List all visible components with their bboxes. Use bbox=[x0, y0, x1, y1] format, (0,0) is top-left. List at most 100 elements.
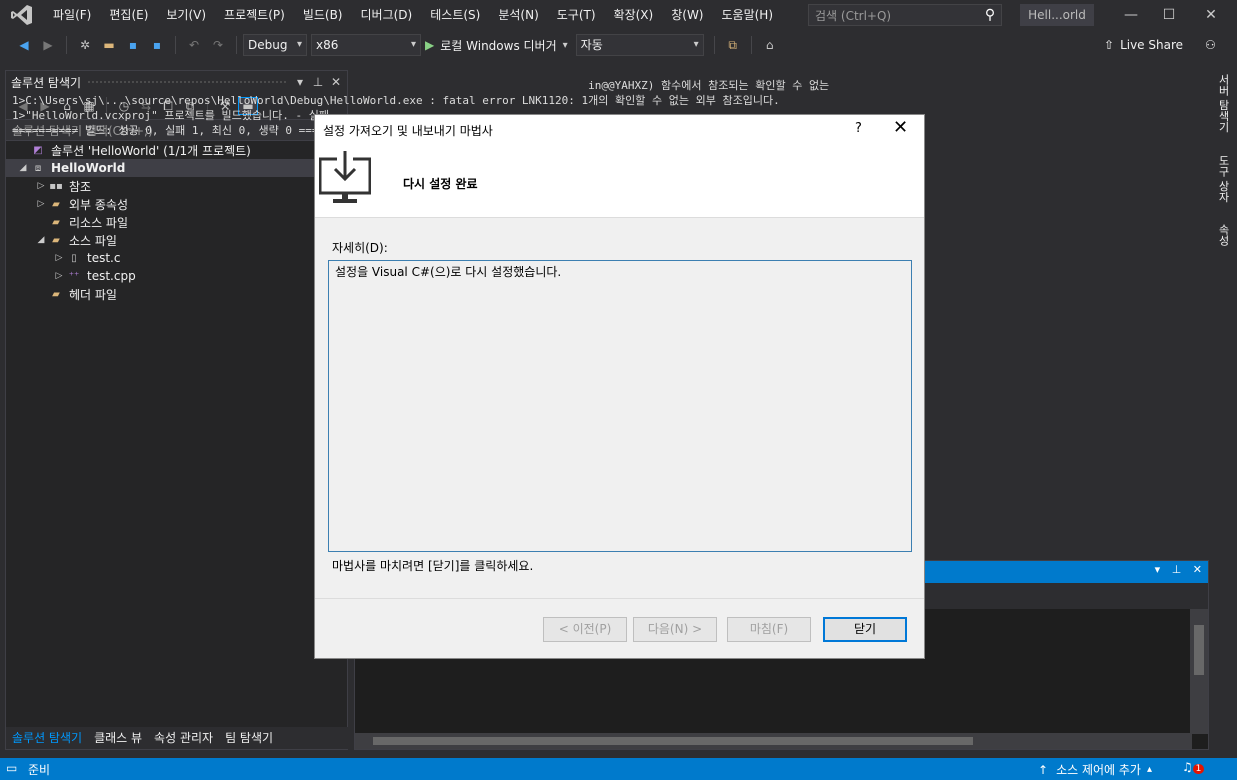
expand-arrow-icon[interactable]: ▷ bbox=[34, 181, 48, 191]
tree-item[interactable]: ▰ 헤더 파일 bbox=[6, 285, 347, 303]
dropdown-icon[interactable]: ▾ bbox=[1155, 563, 1161, 576]
menu-bar: 파일(F) 편집(E) 보기(V) 프로젝트(P) 빌드(B) 디버그(D) 테스트(S) 분… bbox=[44, 0, 782, 30]
close-icon[interactable]: ✕ bbox=[1193, 563, 1202, 576]
open-folder-icon[interactable]: ▬ bbox=[100, 36, 118, 54]
tree-item[interactable]: ▷ ▪▪ 참조 bbox=[6, 177, 347, 195]
tree-item[interactable]: ▷ ⁺⁺ test.cpp bbox=[6, 267, 347, 285]
live-share-button[interactable]: ⇧ Live Share ⚇ bbox=[1104, 38, 1216, 52]
banner-title: 다시 설정 완료 bbox=[403, 177, 478, 191]
add-to-source-control-button[interactable]: ↑ 소스 제어에 추가 ▴ bbox=[1038, 761, 1152, 778]
side-tab[interactable]: 속성 bbox=[1212, 220, 1234, 250]
home-icon[interactable]: ⌂ bbox=[761, 36, 779, 54]
pin-icon[interactable]: ⊥ bbox=[1172, 563, 1182, 576]
configuration-select[interactable]: Debug bbox=[243, 34, 307, 56]
undo-icon[interactable]: ↶ bbox=[185, 36, 203, 54]
menu-item[interactable]: 도움말(H) bbox=[713, 0, 783, 30]
tree-item[interactable]: ▰ 리소스 파일 bbox=[6, 213, 347, 231]
references-icon: ▪▪ bbox=[49, 180, 63, 192]
new-project-icon[interactable]: ✲ bbox=[76, 36, 94, 54]
menu-item[interactable]: 파일(F) bbox=[44, 0, 100, 30]
output-line: 1>C:\Users\sj\...\source\repos\HelloWorl… bbox=[12, 94, 780, 107]
expand-arrow-icon[interactable]: ◢ bbox=[34, 235, 48, 245]
c-file-icon: ▯ bbox=[71, 252, 77, 264]
close-window-icon[interactable]: ✕ bbox=[1194, 0, 1228, 30]
close-button[interactable]: 닫기 bbox=[823, 617, 907, 642]
notifications-button[interactable]: ♫ 1 bbox=[1182, 760, 1205, 774]
expand-arrow-icon[interactable]: ◢ bbox=[16, 163, 30, 173]
output-vertical-scrollbar[interactable] bbox=[1190, 609, 1208, 734]
menu-item[interactable]: 테스트(S) bbox=[421, 0, 489, 30]
solution-icon: ◩ bbox=[33, 144, 43, 156]
run-mode-select[interactable]: 자동 bbox=[575, 34, 704, 56]
next-button[interactable]: 다음(N) > bbox=[633, 617, 717, 642]
status-bar: ▭ 준비 ↑ 소스 제어에 추가 ▴ ♫ 1 bbox=[0, 758, 1237, 780]
platform-select[interactable]: x86 bbox=[311, 34, 421, 56]
tree-item[interactable]: ◢ ▰ 소스 파일 bbox=[6, 231, 347, 249]
tree-item[interactable]: ▷ ▯ test.c bbox=[6, 249, 347, 267]
source-control-label: 소스 제어에 추가 bbox=[1056, 763, 1141, 777]
expand-arrow-icon[interactable]: ▷ bbox=[52, 271, 66, 281]
expand-arrow-icon[interactable]: ▷ bbox=[52, 253, 66, 263]
menu-item[interactable]: 빌드(B) bbox=[294, 0, 352, 30]
menu-item[interactable]: 도구(T) bbox=[548, 0, 605, 30]
tree-item[interactable]: ◢ ⧈ HelloWorld bbox=[6, 159, 347, 177]
expand-arrow-icon[interactable]: ▷ bbox=[34, 199, 48, 209]
redo-icon[interactable]: ↷ bbox=[209, 36, 227, 54]
search-icon[interactable]: ⚲ bbox=[979, 7, 1001, 23]
tree-item-label: test.c bbox=[87, 251, 121, 265]
output-header-icons: ▾ ⊥ ✕ bbox=[1155, 563, 1202, 576]
prev-button[interactable]: < 이전(P) bbox=[543, 617, 627, 642]
finish-hint: 마법사를 마치려면 [닫기]를 클릭하세요. bbox=[332, 559, 534, 573]
finish-button[interactable]: 마침(F) bbox=[727, 617, 811, 642]
help-button[interactable]: ? bbox=[855, 121, 862, 136]
status-icon: ▭ bbox=[6, 761, 18, 775]
menu-item[interactable]: 디버그(D) bbox=[352, 0, 422, 30]
output-horizontal-scrollbar[interactable] bbox=[355, 733, 1192, 749]
scrollbar-thumb[interactable] bbox=[373, 737, 973, 745]
toolbar-separator bbox=[713, 36, 715, 54]
side-tab[interactable]: 도구 상자 bbox=[1212, 151, 1234, 207]
details-label: 자세히(D): bbox=[332, 241, 388, 255]
dialog-banner: 다시 설정 완료 bbox=[315, 145, 924, 218]
menu-item[interactable]: 확장(X) bbox=[605, 0, 663, 30]
chevron-down-icon[interactable]: ▾ bbox=[563, 40, 568, 51]
notification-badge: 1 bbox=[1192, 764, 1205, 774]
dialog-close-icon[interactable]: ✕ bbox=[893, 117, 908, 138]
project-icon: ⧈ bbox=[34, 162, 42, 174]
explorer-tab[interactable]: 솔루션 탐색기 bbox=[6, 727, 88, 749]
tree-item-label: 참조 bbox=[69, 179, 92, 194]
explorer-tab[interactable]: 속성 관리자 bbox=[148, 727, 219, 749]
forward-icon[interactable]: ▶ bbox=[39, 36, 57, 54]
menu-item[interactable]: 보기(V) bbox=[157, 0, 215, 30]
arrow-up-icon: ↑ bbox=[1038, 762, 1049, 777]
menu-item[interactable]: 창(W) bbox=[662, 0, 712, 30]
folder-icon: ▰ bbox=[52, 288, 60, 300]
back-icon[interactable]: ◀ bbox=[15, 36, 33, 54]
tree-item-label: 외부 종속성 bbox=[69, 197, 129, 212]
toolbar-separator bbox=[175, 36, 176, 54]
tree-item-label: 헤더 파일 bbox=[69, 287, 117, 302]
scrollbar-thumb[interactable] bbox=[1194, 625, 1204, 675]
explorer-tab[interactable]: 클래스 뷰 bbox=[88, 727, 148, 749]
menu-item[interactable]: 프로젝트(P) bbox=[215, 0, 294, 30]
find-in-files-icon[interactable]: ⧉ bbox=[724, 36, 742, 54]
maximize-icon[interactable]: ☐ bbox=[1152, 0, 1186, 30]
account-icon[interactable]: ⚇ bbox=[1205, 38, 1216, 52]
dialog-divider bbox=[315, 598, 924, 599]
side-tab[interactable]: 서버 탐색기 bbox=[1212, 70, 1234, 137]
right-side-tabs: 서버 탐색기도구 상자속성 bbox=[1212, 70, 1234, 264]
start-debugging-button[interactable]: ▶ 로컬 Windows 디버거 ▾ bbox=[425, 37, 568, 54]
search-input[interactable]: 검색 (Ctrl+Q) ⚲ bbox=[808, 4, 1002, 26]
tree-item[interactable]: ◩ 솔루션 'HelloWorld' (1/1개 프로젝트) bbox=[6, 141, 347, 159]
menu-item[interactable]: 편집(E) bbox=[100, 0, 157, 30]
minimize-icon[interactable]: — bbox=[1114, 0, 1148, 30]
menu-item[interactable]: 분석(N) bbox=[489, 0, 547, 30]
details-textbox[interactable]: 설정을 Visual C#(으)로 다시 설정했습니다. bbox=[328, 260, 912, 552]
main-toolbar: ◀ ▶ ✲ ▬ ▪ ▪ ↶ ↷ Debug x86 ▶ 로컬 Windows 디… bbox=[0, 30, 1237, 60]
save-all-icon[interactable]: ▪ bbox=[148, 36, 166, 54]
explorer-tab[interactable]: 팀 탐색기 bbox=[219, 727, 279, 749]
save-icon[interactable]: ▪ bbox=[124, 36, 142, 54]
output-line: in@@YAHXZ) 함수에서 참조되는 확인할 수 없는 bbox=[12, 79, 830, 92]
tree-item[interactable]: ▷ ▰ 외부 종속성 bbox=[6, 195, 347, 213]
visual-studio-logo-icon[interactable] bbox=[0, 0, 44, 30]
